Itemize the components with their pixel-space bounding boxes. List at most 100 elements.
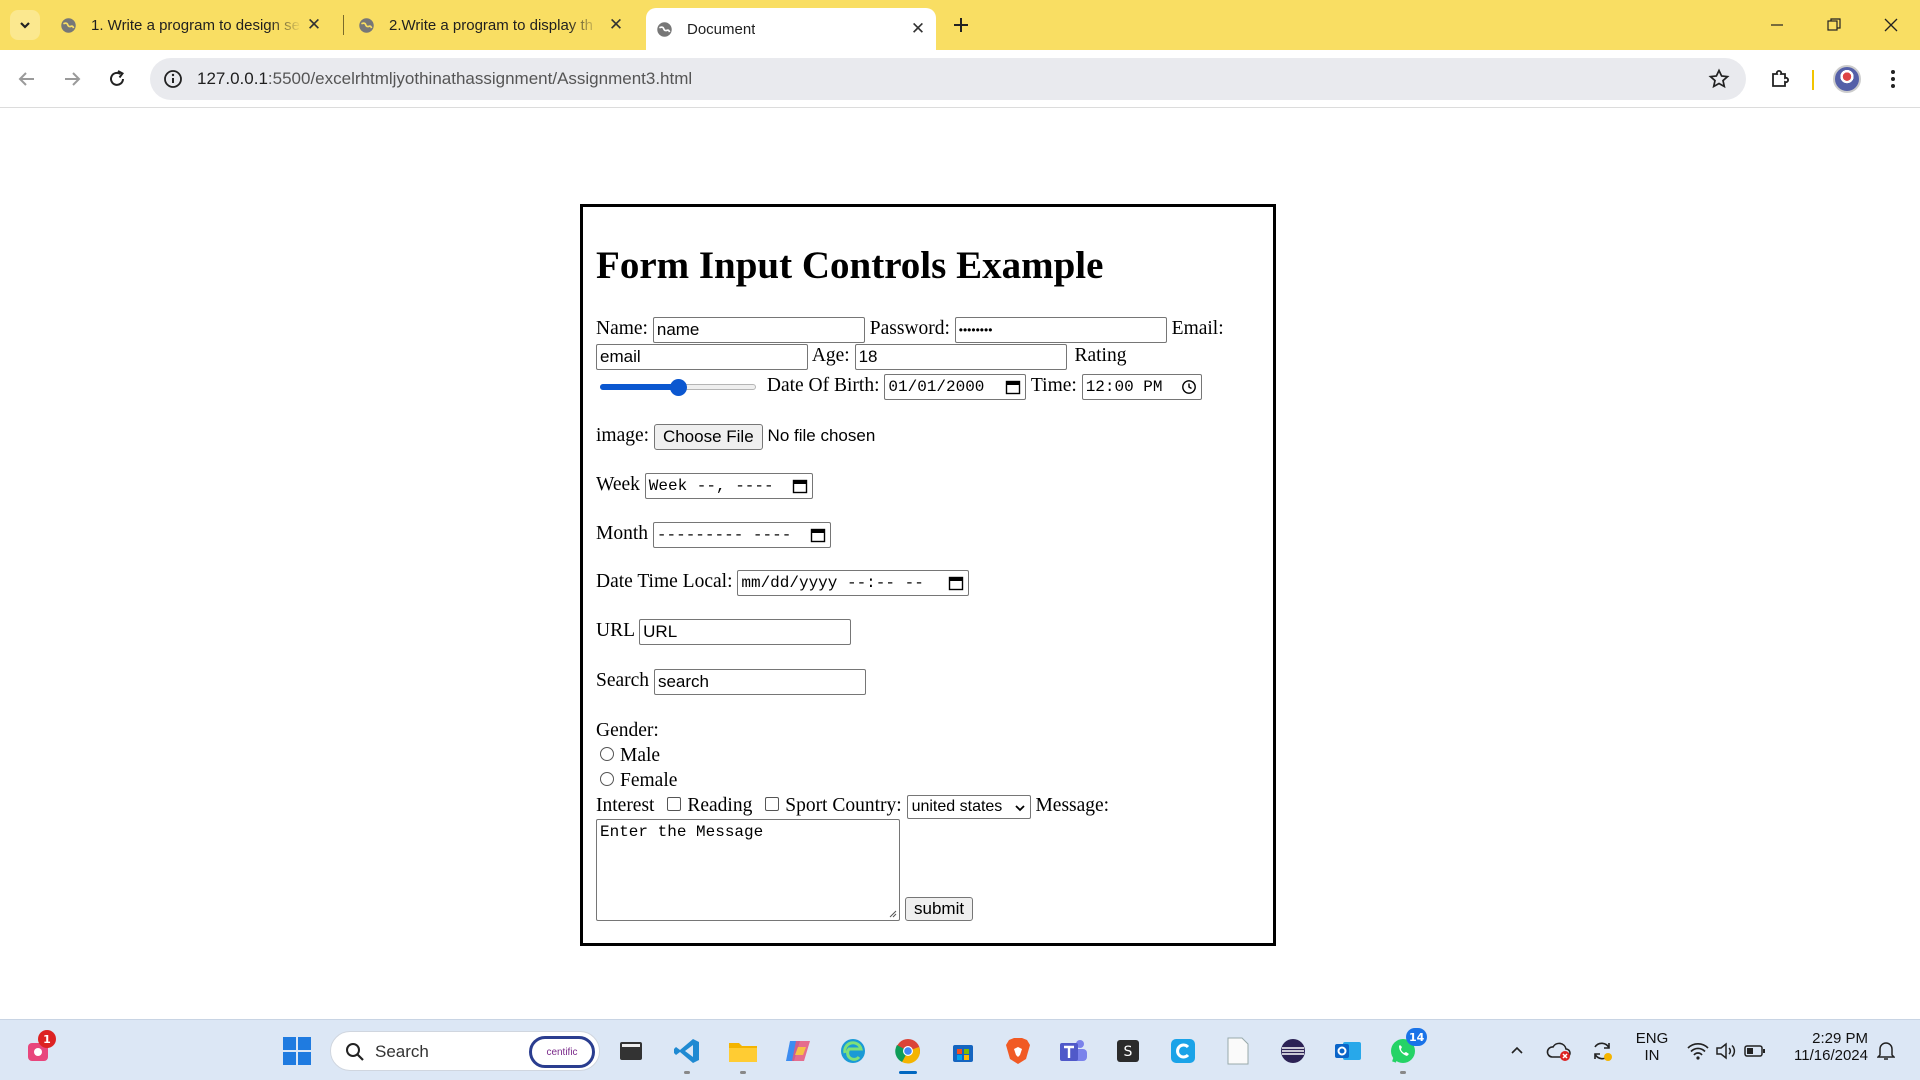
gender-male-radio[interactable] [600, 746, 614, 761]
country-value: united states [911, 797, 1003, 815]
tab-assignment-2[interactable]: 2.Write a program to display th ✕ [358, 8, 634, 42]
gender-female-label: Female [620, 770, 678, 791]
bookmark-star-icon[interactable] [1708, 68, 1730, 90]
windows-icon [283, 1037, 311, 1065]
choose-file-button[interactable]: Choose File [653, 423, 763, 450]
clock-icon[interactable] [1181, 379, 1197, 395]
battery-icon [1744, 1045, 1765, 1057]
taskbar-app-brave[interactable] [1001, 1034, 1035, 1068]
minimize-button[interactable] [1762, 10, 1792, 40]
taskbar-app-notepad[interactable] [1221, 1034, 1255, 1068]
image-label: image: [596, 425, 650, 446]
email-label: Email: [1171, 318, 1224, 339]
tab-search-button[interactable] [10, 10, 40, 40]
taskbar-app-copilot[interactable] [781, 1034, 815, 1068]
taskbar-app-eclipse[interactable] [1276, 1034, 1310, 1068]
restore-button[interactable] [1819, 10, 1849, 40]
datetime-input[interactable]: mm/dd/yyyy --:-- -- [737, 569, 970, 596]
close-tab-icon[interactable]: ✕ [304, 15, 324, 35]
extensions-button[interactable] [1764, 63, 1796, 95]
address-bar[interactable]: 127.0.0.1:5500/excelrhtmljyothinathassig… [150, 58, 1746, 100]
volume-status[interactable] [1712, 1034, 1740, 1068]
brave-icon [1006, 1038, 1030, 1064]
svg-text:S: S [1124, 1044, 1133, 1060]
country-select[interactable]: united states [906, 794, 1031, 819]
search-input[interactable]: search [653, 668, 866, 695]
active-indicator [899, 1071, 917, 1074]
clock-time: 2:29 PM [1812, 1030, 1868, 1047]
copilot-app-icon[interactable]: 1 [22, 1030, 56, 1068]
interest-reading-label: Reading [687, 795, 753, 816]
url-input[interactable]: URL [639, 618, 852, 645]
close-tab-icon[interactable]: ✕ [908, 19, 928, 39]
resize-grip-icon[interactable] [887, 908, 897, 918]
taskbar-app-file-explorer[interactable] [726, 1034, 760, 1074]
taskbar-app-whatsapp[interactable]: 14 [1386, 1028, 1428, 1074]
calendar-icon[interactable] [1005, 379, 1021, 395]
new-tab-button[interactable] [948, 12, 974, 38]
taskbar-app-teams[interactable] [1056, 1034, 1090, 1068]
taskbar-app-c[interactable] [1166, 1034, 1200, 1068]
message-placeholder: Enter the Message [600, 823, 764, 841]
input-language[interactable]: ENG IN [1635, 1030, 1669, 1064]
interest-reading-checkbox[interactable] [667, 796, 682, 811]
battery-status[interactable] [1741, 1034, 1769, 1068]
taskbar-app-store[interactable] [946, 1034, 980, 1068]
time-input[interactable]: 12:00 PM [1081, 373, 1202, 400]
time-label: Time: [1030, 375, 1077, 396]
taskbar-app-edge[interactable] [836, 1034, 870, 1068]
submit-button[interactable]: submit [905, 897, 974, 921]
slider-thumb[interactable] [669, 378, 687, 396]
wifi-icon [1687, 1042, 1709, 1060]
month-input[interactable]: --------- ---- [652, 521, 831, 548]
gender-female-radio[interactable] [600, 771, 614, 786]
age-input[interactable]: 18 [854, 343, 1067, 370]
tray-overflow-button[interactable] [1505, 1034, 1529, 1068]
file-status: No file chosen [767, 426, 876, 445]
running-indicator [684, 1071, 690, 1074]
email-input[interactable]: email [596, 343, 808, 370]
tab-assignment-1[interactable]: 1. Write a program to design se ✕ [60, 8, 332, 42]
search-brand-badge: centific [529, 1036, 595, 1068]
taskbar-search[interactable]: Search centific [330, 1031, 600, 1071]
close-tab-icon[interactable]: ✕ [606, 15, 626, 35]
interest-sport-checkbox[interactable] [765, 796, 780, 811]
name-input[interactable]: name [652, 316, 865, 343]
password-input[interactable]: •••••••• [954, 316, 1167, 343]
calendar-icon[interactable] [810, 527, 826, 543]
site-info-icon[interactable] [162, 68, 184, 90]
close-window-button[interactable] [1876, 10, 1906, 40]
message-textarea[interactable]: Enter the Message [596, 819, 900, 921]
calendar-icon[interactable] [948, 575, 964, 591]
taskbar-app-outlook[interactable] [1331, 1034, 1365, 1068]
url-text[interactable]: 127.0.0.1:5500/excelrhtmljyothinathassig… [197, 69, 692, 89]
onedrive-status[interactable] [1545, 1034, 1573, 1068]
rating-slider[interactable] [598, 378, 758, 396]
week-value: Week --, ---- [648, 476, 774, 495]
week-input[interactable]: Week --, ---- [644, 472, 813, 499]
c-app-icon [1171, 1039, 1195, 1063]
minimize-icon [1771, 24, 1783, 26]
clock[interactable]: 2:29 PM 11/16/2024 [1782, 1030, 1868, 1064]
puzzle-icon [1772, 70, 1789, 87]
back-button[interactable] [11, 63, 43, 95]
tab-document-active[interactable]: Document ✕ [646, 8, 936, 50]
outlook-icon [1335, 1042, 1361, 1060]
taskbar-app-s[interactable]: S [1111, 1034, 1145, 1068]
taskbar-app-terminal[interactable] [614, 1034, 648, 1068]
chevron-down-icon [1014, 804, 1025, 811]
taskbar-app-chrome[interactable] [891, 1034, 925, 1074]
dob-input[interactable]: 01/01/2000 [884, 373, 1027, 400]
profile-avatar[interactable] [1833, 65, 1861, 93]
reload-button[interactable] [101, 63, 133, 95]
calendar-icon[interactable] [792, 478, 808, 494]
gender-male-label: Male [620, 745, 661, 766]
taskbar-app-vscode[interactable] [670, 1034, 704, 1074]
forward-button[interactable] [56, 63, 88, 95]
start-button[interactable] [280, 1034, 314, 1068]
dob-label: Date Of Birth: [766, 375, 880, 396]
wifi-status[interactable] [1684, 1034, 1712, 1068]
browser-menu-button[interactable] [1877, 63, 1909, 95]
notifications-button[interactable] [1872, 1034, 1900, 1068]
sync-status[interactable] [1588, 1034, 1616, 1068]
